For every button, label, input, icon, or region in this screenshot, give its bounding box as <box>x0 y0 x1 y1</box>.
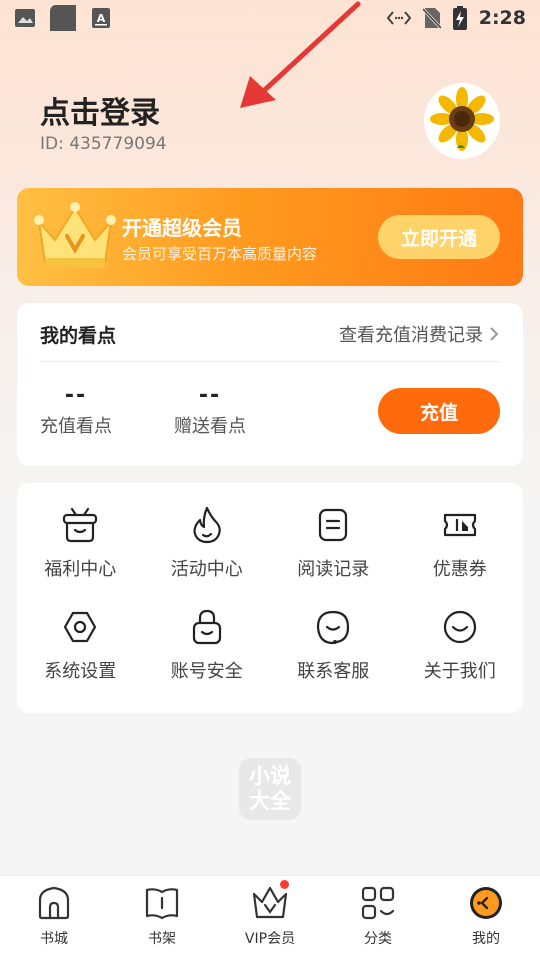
app-icon <box>50 5 76 31</box>
tab-label: 分类 <box>364 931 392 947</box>
customer-service-icon <box>317 610 350 645</box>
menu-card: 福利中心 活动中心 阅读记录 优惠券 系统设置 账号安全 联系客服 关于我们 <box>17 483 523 713</box>
sunflower-avatar <box>427 86 497 156</box>
bottom-tab-bar: 书城 书架 VIP会员 分类 我的 <box>0 875 540 960</box>
image-icon <box>15 9 35 27</box>
annotation-arrow <box>240 1 361 108</box>
gift-points-stat: -- 赠送看点 <box>174 383 246 438</box>
bookstore-icon <box>38 886 70 920</box>
app-watermark-logo: 小说 大全 <box>239 758 301 820</box>
menu-item-label: 账号安全 <box>170 661 243 682</box>
flame-icon <box>193 506 221 544</box>
menu-item-label: 阅读记录 <box>297 559 370 580</box>
menu-item-account-security[interactable]: 账号安全 <box>144 607 271 683</box>
recharge-points-label: 充值看点 <box>40 416 112 437</box>
points-title: 我的看点 <box>40 325 117 347</box>
recharge-points-stat: -- 充值看点 <box>40 383 112 438</box>
menu-item-activity[interactable]: 活动中心 <box>144 505 271 581</box>
svg-text:A: A <box>97 12 106 25</box>
gift-points-label: 赠送看点 <box>174 416 246 437</box>
settings-icon <box>64 611 97 643</box>
divider <box>40 361 500 362</box>
gift-points-value: -- <box>198 383 222 408</box>
reading-record-icon <box>319 508 348 542</box>
records-link[interactable]: 查看充值消费记录 <box>339 321 499 347</box>
crown-icon <box>34 202 116 268</box>
menu-item-coupon[interactable]: 优惠券 <box>397 505 524 581</box>
menu-item-label: 福利中心 <box>44 559 117 580</box>
tab-bookstore[interactable]: 书城 <box>0 876 108 960</box>
menu-item-settings[interactable]: 系统设置 <box>17 607 144 683</box>
menu-item-reading-record[interactable]: 阅读记录 <box>270 505 397 581</box>
coupon-icon <box>443 513 476 537</box>
vip-banner[interactable]: 开通超级会员 会员可享受百万本高质量内容 立即开通 <box>17 188 523 286</box>
no-sim-icon <box>422 7 441 29</box>
battery-charging-icon <box>452 6 467 30</box>
vip-title: 开通超级会员 <box>122 216 242 240</box>
menu-item-welfare[interactable]: 福利中心 <box>17 505 144 581</box>
watermark-line1: 小说 <box>249 764 291 788</box>
user-id: ID: 435779094 <box>40 134 167 154</box>
category-icon <box>361 886 395 920</box>
menu-item-label: 联系客服 <box>297 661 370 682</box>
tab-label: VIP会员 <box>244 931 296 947</box>
login-prompt[interactable]: 点击登录 <box>40 88 160 132</box>
tab-bookshelf[interactable]: 书架 <box>108 876 216 960</box>
code-icon <box>386 11 411 25</box>
menu-item-label: 系统设置 <box>44 661 117 682</box>
records-link-label: 查看充值消费记录 <box>339 325 483 346</box>
font-icon: A <box>92 8 110 28</box>
menu-item-label: 关于我们 <box>423 661 496 682</box>
points-card: 我的看点 查看充值消费记录 -- 充值看点 -- 赠送看点 充值 <box>17 303 523 466</box>
tab-category[interactable]: 分类 <box>324 876 432 960</box>
welfare-icon <box>63 507 98 543</box>
menu-item-label: 优惠券 <box>432 559 487 580</box>
tab-label: 书城 <box>40 931 68 947</box>
notification-badge <box>280 880 289 889</box>
menu-item-about-us[interactable]: 关于我们 <box>397 607 524 683</box>
profile-icon <box>470 887 502 919</box>
chevron-right-icon <box>490 327 499 341</box>
clock: 2:28 <box>478 7 526 29</box>
tab-vip[interactable]: VIP会员 <box>216 876 324 960</box>
menu-item-customer-service[interactable]: 联系客服 <box>270 607 397 683</box>
recharge-button[interactable]: 充值 <box>378 388 500 434</box>
vip-subtitle: 会员可享受百万本高质量内容 <box>122 245 318 263</box>
watermark-line2: 大全 <box>249 789 291 813</box>
menu-item-label: 活动中心 <box>170 559 243 580</box>
tab-profile[interactable]: 我的 <box>432 876 540 960</box>
avatar[interactable] <box>424 83 500 159</box>
bookshelf-icon <box>145 888 179 920</box>
open-vip-button[interactable]: 立即开通 <box>378 215 500 259</box>
vip-crown-icon <box>252 886 288 919</box>
tab-label: 书架 <box>148 931 176 947</box>
tab-label: 我的 <box>472 931 500 947</box>
smile-icon <box>443 610 476 644</box>
recharge-points-value: -- <box>64 383 88 408</box>
lock-icon <box>192 609 221 645</box>
